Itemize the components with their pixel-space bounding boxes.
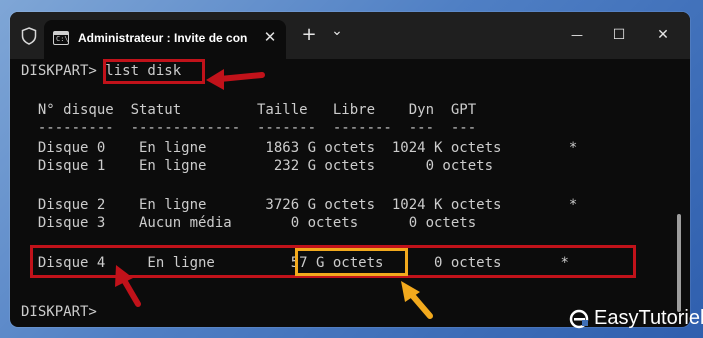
orange-arrow-size-icon	[401, 281, 433, 319]
watermark-text: EasyTutoriel	[594, 307, 703, 329]
red-arrow-disk-icon	[115, 265, 141, 307]
red-arrow-command-icon	[206, 69, 265, 90]
arrow-command-icon	[115, 69, 433, 319]
easytutoriel-logo-icon	[569, 309, 589, 329]
